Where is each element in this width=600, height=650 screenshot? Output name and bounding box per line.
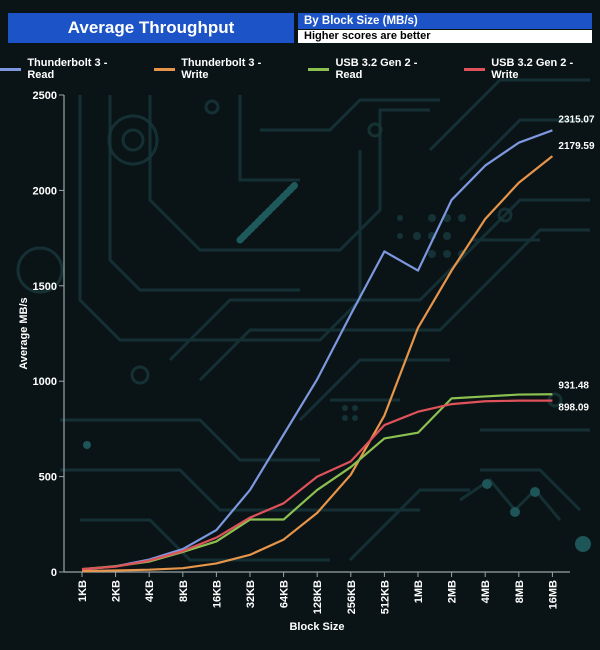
end-value-label: 2179.59 <box>558 141 595 152</box>
series-line-1 <box>81 129 553 571</box>
x-tick-label: 2MB <box>447 580 459 603</box>
x-tick-label: 2KB <box>111 580 123 602</box>
x-tick-label: 64KB <box>279 580 291 608</box>
y-axis-title: Average MB/s <box>18 297 30 369</box>
x-tick-label: 256KB <box>346 580 358 614</box>
series-line-2 <box>81 155 554 573</box>
series-line-3 <box>81 393 553 571</box>
x-tick-label: 4MB <box>480 580 492 603</box>
x-tick-label: 32KB <box>245 580 257 608</box>
y-tick-label: 1500 <box>33 281 57 293</box>
chart-series <box>81 129 554 573</box>
end-value-label: 931.48 <box>558 380 589 391</box>
x-tick-label: 16MB <box>547 580 559 609</box>
x-tick-label: 8KB <box>178 580 190 602</box>
x-tick-label: 128KB <box>312 580 324 614</box>
y-tick-label: 500 <box>39 472 57 484</box>
x-tick-label: 1MB <box>413 580 425 603</box>
chart-axes: 0 500 1000 1500 2000 2500 1KB 2KB 4KB 8KB 16KB 32KB… <box>18 90 570 633</box>
end-value-label: 898.09 <box>558 403 589 414</box>
y-tick-label: 2500 <box>33 90 57 102</box>
x-tick-label: 4KB <box>144 580 156 602</box>
x-tick-label: 1KB <box>77 580 89 602</box>
x-axis-title: Block Size <box>289 621 344 633</box>
y-tick-label: 2000 <box>33 185 57 197</box>
chart-plot: 0 500 1000 1500 2000 2500 1KB 2KB 4KB 8KB 16KB 32KB… <box>18 90 595 633</box>
x-tick-label: 512KB <box>379 580 391 614</box>
y-tick-label: 1000 <box>33 376 57 388</box>
x-tick-label: 8MB <box>514 580 526 603</box>
y-tick-label: 0 <box>51 567 57 579</box>
x-tick-label: 16KB <box>211 580 223 608</box>
end-value-label: 2315.07 <box>558 114 595 125</box>
series-line-4 <box>81 399 553 571</box>
chart-frame: Average Throughput By Block Size (MB/s) … <box>0 0 600 650</box>
chart-end-labels: 2315.07 2179.59 931.48 898.09 <box>558 114 595 413</box>
